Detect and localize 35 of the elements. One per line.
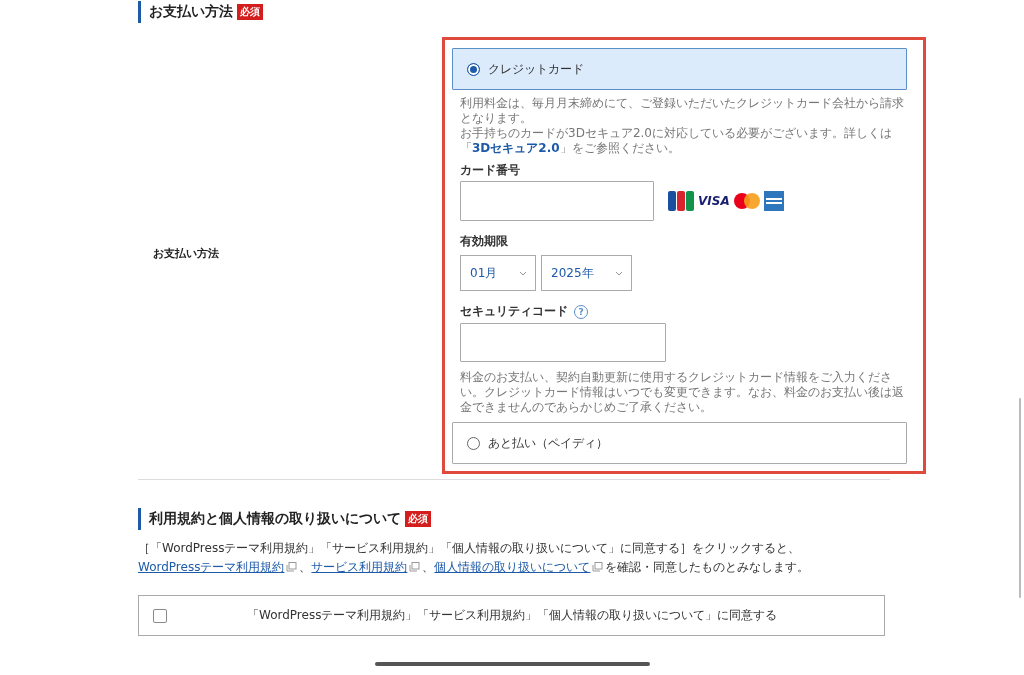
year-select[interactable]: 2025年: [541, 255, 632, 291]
radio-button[interactable]: [467, 436, 480, 450]
external-link-icon: [592, 562, 604, 572]
external-link-icon: [409, 562, 421, 572]
chevron-down-icon: [519, 270, 527, 276]
security-code-label: セキュリティコード: [460, 303, 568, 320]
card-number-label: カード番号: [460, 162, 521, 179]
jcb-logo-icon: [668, 191, 694, 211]
card-number-field[interactable]: [460, 181, 654, 221]
card-note: 料金のお支払い、契約自動更新に使用するクレジットカード情報をご入力ください。クレジットカード情報はいつでも変更できます。なお、料金のお支払い後は返金できませんのであらかじめご了承ください。: [460, 370, 905, 415]
visa-logo: VISA: [698, 194, 730, 208]
terms-text: ［「WordPressテーマ利用規約」「サービス利用規約」「個人情報の取り扱いについて」に同意する］をクリックすると、 WordPressテーマ利用規約 、サービス利用規約 、個人情報の取り扱いについて を確認・同意したものとみなします。: [138, 540, 811, 576]
terms-link[interactable]: WordPressテーマ利用規約: [138, 560, 285, 574]
secure-link[interactable]: 3Dセキュア2.0: [472, 141, 560, 155]
amex-logo-icon: [763, 191, 784, 211]
billing-note: 利用料金は、毎月月末締めにて、ご登録いただいたクレジットカード会社から請求となります。: [460, 96, 905, 126]
checkbox[interactable]: [153, 608, 167, 623]
payment-option[interactable]: クレジットカード: [452, 48, 907, 90]
expiry-label: 有効期限: [460, 233, 509, 250]
radio-button[interactable]: [467, 62, 480, 76]
secure-note: お手持ちのカードが3Dセキュア2.0に対応している必要がございます。詳しくは「3Dセキュア2.0」をご参照ください。: [460, 126, 893, 156]
payment-option[interactable]: あと払い（ペイディ）: [452, 422, 907, 464]
month-select[interactable]: 01月: [460, 255, 536, 291]
agreement-label: 「WordPressテーマ利用規約」「サービス利用規約」「個人情報の取り扱いについて」に同意する: [247, 607, 778, 624]
chevron-down-icon: [615, 270, 623, 276]
required-badge: 必須: [405, 511, 431, 527]
terms-link[interactable]: サービス利用規約: [311, 560, 408, 574]
section-heading: お支払い方法: [149, 3, 233, 21]
external-link-icon: [286, 562, 298, 572]
terms-link[interactable]: 個人情報の取り扱いについて: [434, 560, 591, 574]
required-badge: 必須: [237, 4, 263, 20]
field-label: お支払い方法: [153, 246, 219, 261]
mastercard-logo-icon: [733, 193, 760, 209]
security-code-field[interactable]: [460, 323, 666, 362]
section-heading: 利用規約と個人情報の取り扱いについて: [149, 510, 401, 528]
